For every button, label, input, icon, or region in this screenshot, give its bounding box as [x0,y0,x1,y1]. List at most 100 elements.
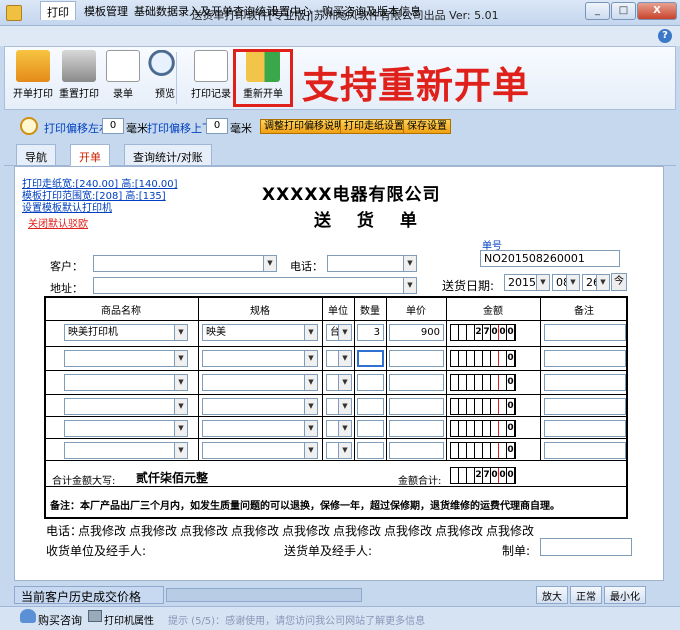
edit-phone-link[interactable]: 点我修改 [231,522,279,539]
amount-digit [483,421,491,436]
normal-size-button[interactable]: 正常 [570,586,602,604]
unit-select[interactable]: ▼ [326,398,352,415]
edit-phone-link[interactable]: 点我修改 [486,522,534,539]
unit-select[interactable]: ▼ [326,420,352,437]
open-print-button[interactable]: 开单打印 [10,50,56,106]
product-name-select[interactable]: ▼ [64,350,188,367]
edit-phone-link[interactable]: 点我修改 [384,522,432,539]
table-col-line [322,296,323,460]
unit-price-input[interactable] [389,442,444,459]
unit-price-input[interactable] [389,374,444,391]
default-printer-link[interactable]: 设置模板默认打印机 [22,199,112,214]
paper-setting-button[interactable]: 打印走纸设置 [340,119,408,134]
address-select[interactable]: ▼ [93,277,417,294]
product-name-select[interactable]: 映美打印机 ▼ [64,324,188,341]
spec-select[interactable]: ▼ [202,420,318,437]
chevron-down-icon: ▼ [403,278,416,293]
edit-phone-link[interactable]: 点我修改 [333,522,381,539]
reset-print-button[interactable]: 重置打印 [56,50,102,106]
help-icon[interactable]: ? [658,29,672,43]
minimize-button[interactable]: _ [585,2,610,20]
menu-template[interactable]: 模板管理 [84,3,128,19]
tab-navigation[interactable]: 导航 [16,144,56,166]
spec-select[interactable]: ▼ [202,442,318,459]
unit-price-input[interactable] [389,398,444,415]
unit-price-input[interactable]: 900 [389,324,444,341]
unit-price-input[interactable] [389,420,444,437]
phone-select[interactable]: ▼ [327,255,417,272]
maximize-button[interactable]: □ [611,2,636,20]
menu-print[interactable]: 打印 [40,1,76,20]
chevron-down-icon: ▼ [304,351,317,366]
quantity-input[interactable] [357,374,384,391]
spec-select[interactable]: ▼ [202,350,318,367]
menu-basic-data[interactable]: 基础数据录入及开单查询统计 [134,3,277,19]
document-title: 送 货 单 [314,211,427,231]
column-header: 金额 [483,306,503,317]
quantity-input[interactable] [357,420,384,437]
edit-phone-link[interactable]: 点我修改 [435,522,483,539]
column-header: 单价 [406,306,426,317]
product-name-select[interactable]: ▼ [64,398,188,415]
close-tip-link[interactable]: 关闭默认驳欧 [28,215,88,230]
day-select[interactable]: 26 ▼ [582,274,610,291]
chevron-down-icon: ▼ [338,443,351,458]
unit-select[interactable]: ▼ [326,350,352,367]
spec-select[interactable]: 映美 ▼ [202,324,318,341]
menu-settings[interactable]: 设置中心 [268,3,312,19]
unit-select[interactable]: ▼ [326,442,352,459]
year-select[interactable]: 2015 ▼ [504,274,550,291]
unit-select[interactable]: ▼ [326,374,352,391]
product-name-select[interactable]: ▼ [64,442,188,459]
edit-phone-link[interactable]: 点我修改 [78,522,126,539]
remark-input[interactable] [544,420,626,437]
chevron-down-icon: ▼ [174,399,187,414]
quantity-input[interactable] [357,398,384,415]
chevron-down-icon: ▼ [263,256,276,271]
minimize-panel-button[interactable]: 最小化 [604,586,646,604]
maker-field[interactable] [540,538,632,556]
preview-button[interactable]: 预览 [142,50,188,106]
tab-open-order[interactable]: 开单 [70,144,110,166]
customer-select[interactable]: ▼ [93,255,277,272]
print-record-button[interactable]: 打印记录 [188,50,234,106]
table-col-line [386,296,387,460]
month-select[interactable]: 08 ▼ [552,274,580,291]
history-price-tab[interactable]: 当前客户历史成交价格 [14,586,164,604]
unit-price-input[interactable] [389,350,444,367]
spec-select[interactable]: ▼ [202,374,318,391]
offset-explain-button[interactable]: 调整打印偏移说明 [260,119,348,134]
remark-input[interactable] [544,324,626,341]
quantity-input[interactable] [357,350,384,367]
order-no-field[interactable]: NO201508260001 [480,250,620,267]
edit-phone-link[interactable]: 点我修改 [282,522,330,539]
remark-input[interactable] [544,374,626,391]
column-header: 规格 [250,306,270,317]
today-button[interactable]: 今 [611,273,627,291]
amount-digit [467,325,475,340]
enter-order-button[interactable]: 录单 [100,50,146,106]
save-setting-button[interactable]: 保存设置 [403,119,451,134]
remark-input[interactable] [544,442,626,459]
company-name[interactable]: XXXXX电器有限公司 [262,180,441,205]
buy-consult-link[interactable]: 购买咨询 [38,612,82,628]
menu-purchase-info[interactable]: 购买咨询及版本信息 [322,3,421,19]
phone-label: 电话： [290,260,323,273]
remark-input[interactable] [544,398,626,415]
unit-select[interactable]: 台 ▼ [326,324,352,341]
remark-input[interactable] [544,350,626,367]
tab-query-statistics[interactable]: 查询统计/对账 [124,144,212,166]
edit-phone-link[interactable]: 点我修改 [129,522,177,539]
edit-phone-link[interactable]: 点我修改 [180,522,228,539]
close-button[interactable]: X [637,2,677,20]
product-name-select[interactable]: ▼ [64,374,188,391]
offset-lr-input[interactable]: 0 [102,118,124,134]
amount-digit [475,443,483,458]
spec-select[interactable]: ▼ [202,398,318,415]
offset-ud-input[interactable]: 0 [206,118,228,134]
quantity-input[interactable] [357,442,384,459]
quantity-input[interactable]: 3 [357,324,384,341]
zoom-in-button[interactable]: 放大 [536,586,568,604]
printer-props-link[interactable]: 打印机属性 [104,612,154,627]
product-name-select[interactable]: ▼ [64,420,188,437]
